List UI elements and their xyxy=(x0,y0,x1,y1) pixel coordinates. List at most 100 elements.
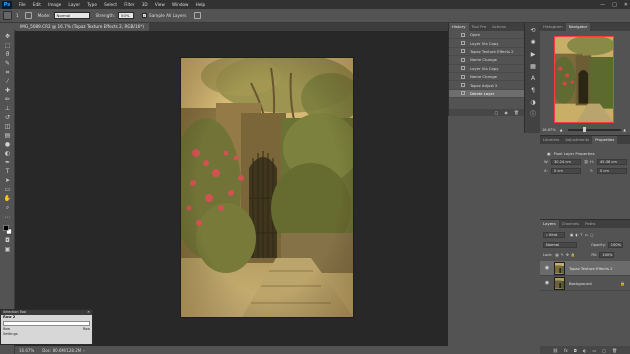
pressure-icon[interactable] xyxy=(194,12,202,19)
height-field[interactable]: 45.36 cm xyxy=(597,159,627,165)
brush-size-value[interactable]: 1 xyxy=(16,13,19,18)
menu-3d[interactable]: 3D xyxy=(138,2,151,7)
history-item[interactable]: Layer Via Copy xyxy=(449,65,524,73)
blend-mode-select[interactable]: Normal xyxy=(543,241,577,248)
menu-filter[interactable]: Filter xyxy=(121,2,139,7)
snapshot-icon[interactable]: ◉ xyxy=(504,110,508,115)
screen-mode-icon[interactable]: ▣ xyxy=(3,246,12,254)
eyedropper-tool-icon[interactable]: ⁄ xyxy=(3,78,12,86)
dodge-tool-icon[interactable]: ◐ xyxy=(3,150,12,158)
zoom-in-icon[interactable]: ▲ xyxy=(623,128,626,132)
menu-file[interactable]: File xyxy=(15,2,29,7)
type-tool-icon[interactable]: T xyxy=(3,168,12,176)
width-field[interactable]: 30.24 cm xyxy=(551,159,581,165)
new-document-from-state-icon[interactable]: ▢ xyxy=(495,110,499,115)
document-tab[interactable]: IMG_5089.CR2 @ 16.7% (Topaz Texture Effe… xyxy=(15,23,149,31)
menu-edit[interactable]: Edit xyxy=(29,2,44,7)
quick-select-tool-icon[interactable]: ✎ xyxy=(3,60,12,68)
paragraph-dock-icon[interactable]: ¶ xyxy=(529,87,537,95)
lock-options-icons[interactable]: ▦✎✥🔒 xyxy=(555,253,577,257)
maximize-button[interactable]: □ xyxy=(612,2,617,8)
lasso-tool-icon[interactable]: ϑ xyxy=(3,51,12,59)
tab-properties[interactable]: Properties xyxy=(592,136,618,144)
history-item[interactable]: Name Change xyxy=(449,56,524,65)
navigator-thumbnail[interactable] xyxy=(554,36,614,123)
pen-tool-icon[interactable]: ✒ xyxy=(3,159,12,167)
hand-tool-icon[interactable]: ✋ xyxy=(3,195,12,203)
tab-navigator[interactable]: Navigator xyxy=(565,23,591,31)
document-info[interactable]: Doc: 80.6M/128.2M xyxy=(42,348,81,353)
layer-kind-select[interactable]: ⌕ Kind xyxy=(543,231,565,238)
menu-layer[interactable]: Layer xyxy=(65,2,84,7)
marquee-tool-icon[interactable]: ⬚ xyxy=(3,42,12,50)
mode-select[interactable]: Normal xyxy=(53,12,90,19)
navigator-zoom-value[interactable]: 16.67% xyxy=(542,128,556,132)
shape-tool-icon[interactable]: ▭ xyxy=(3,186,12,194)
tab-actions[interactable]: Actions xyxy=(489,23,509,31)
history-item[interactable]: Delete Layer xyxy=(449,89,524,99)
document-image[interactable] xyxy=(180,57,354,318)
eraser-tool-icon[interactable]: ◫ xyxy=(3,123,12,131)
path-select-tool-icon[interactable]: ➤ xyxy=(3,177,12,185)
navigator-zoom-knob[interactable] xyxy=(583,127,587,132)
history-item[interactable]: Name Change xyxy=(449,73,524,82)
history-item[interactable]: Layer Via Copy xyxy=(449,39,524,48)
menu-view[interactable]: View xyxy=(151,2,168,7)
menu-type[interactable]: Type xyxy=(84,2,101,7)
color-swatches-icon[interactable] xyxy=(3,225,12,235)
menu-window[interactable]: Window xyxy=(168,2,192,7)
layer-filter-icons[interactable]: ▣◐T▭▢ xyxy=(570,233,596,237)
eye-icon[interactable]: ◉ xyxy=(543,265,551,271)
tab-history[interactable]: History xyxy=(449,23,469,31)
character-dock-icon[interactable]: A xyxy=(529,75,537,83)
gradient-tool-icon[interactable]: ▤ xyxy=(3,132,12,140)
tab-tool-presets[interactable]: Tool Pre xyxy=(469,23,490,31)
history-brush-tool-icon[interactable]: ↺ xyxy=(3,114,12,122)
adjustments-dock-icon[interactable]: ◑ xyxy=(529,99,537,107)
floating-panel-close-icon[interactable]: ✕ xyxy=(87,310,90,315)
delete-layer-icon[interactable]: 🗑 xyxy=(612,348,617,353)
menu-select[interactable]: Select xyxy=(101,2,121,7)
crop-tool-icon[interactable]: ⌗ xyxy=(3,69,12,77)
sample-all-layers-checkbox[interactable]: ✓ xyxy=(142,13,148,18)
navigator-zoom-slider[interactable] xyxy=(568,127,622,132)
new-layer-icon[interactable]: ▢ xyxy=(602,348,606,353)
history-dock-icon[interactable]: ⟲ xyxy=(529,27,537,35)
healing-tool-icon[interactable]: ✚ xyxy=(3,87,12,95)
history-item[interactable]: Open xyxy=(449,31,524,40)
link-icon[interactable]: ⛓ xyxy=(584,160,589,164)
x-field[interactable]: 0 cm xyxy=(551,168,581,174)
tab-channels[interactable]: Channels xyxy=(559,220,583,228)
clone-stamp-tool-icon[interactable]: ⊥ xyxy=(3,105,12,113)
fill-field[interactable]: 100% xyxy=(599,251,615,258)
adjustment-layer-icon[interactable]: ◐ xyxy=(583,348,587,353)
strength-field[interactable]: 50% xyxy=(118,12,135,19)
tab-histogram[interactable]: Histogram xyxy=(540,23,566,31)
play-action-dock-icon[interactable]: ▶ xyxy=(529,51,537,59)
status-arrow-icon[interactable]: › xyxy=(83,348,85,353)
add-mask-icon[interactable]: ◘ xyxy=(574,348,577,353)
layer-row-topaz[interactable]: ◉ Topaz Texture Effects 2 xyxy=(540,261,630,276)
trash-icon[interactable]: 🗑 xyxy=(514,110,519,115)
close-button[interactable]: ✕ xyxy=(624,2,628,8)
tab-adjustments[interactable]: Adjustments xyxy=(562,136,592,144)
layer-name[interactable]: Background xyxy=(569,281,592,286)
zoom-level[interactable]: 16.67% xyxy=(19,348,34,353)
edit-toolbar-icon[interactable]: ⋯ xyxy=(3,214,12,222)
move-tool-icon[interactable]: ✥ xyxy=(3,33,12,41)
brush-tool-icon[interactable]: ✏ xyxy=(3,96,12,104)
history-item[interactable]: Topaz Adjust 5 xyxy=(449,81,524,90)
layer-style-icon[interactable]: fx xyxy=(564,348,568,353)
eye-icon[interactable]: ◉ xyxy=(543,280,551,286)
zoom-out-icon[interactable]: ▲ xyxy=(560,128,563,132)
brush-settings-dock-icon[interactable]: ✺ xyxy=(529,39,537,47)
blur-tool-icon[interactable]: ● xyxy=(3,141,12,149)
group-icon[interactable]: ▭ xyxy=(592,348,596,353)
tab-paths[interactable]: Paths xyxy=(582,220,598,228)
swatches-dock-icon[interactable]: ▦ xyxy=(529,63,537,71)
layer-name[interactable]: Topaz Texture Effects 2 xyxy=(569,266,613,271)
link-layers-icon[interactable]: ⛓ xyxy=(553,348,558,353)
history-item[interactable]: Topaz Texture Effects 2 xyxy=(449,48,524,57)
zoom-tool-icon[interactable]: ⌕ xyxy=(3,204,12,212)
tab-libraries[interactable]: Libraries xyxy=(540,136,562,144)
